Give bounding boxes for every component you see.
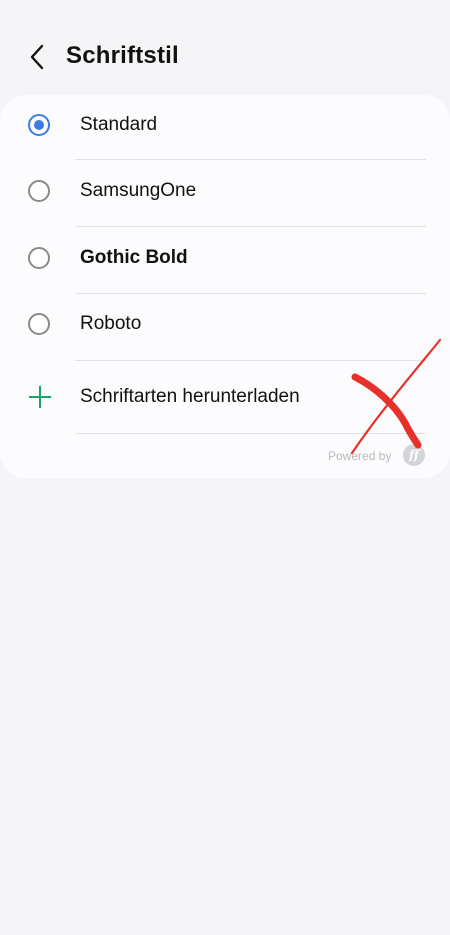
option-gothic-bold[interactable]: Gothic Bold xyxy=(0,227,450,294)
download-fonts-label: Schriftarten herunterladen xyxy=(80,386,300,407)
radio-button-samsungone[interactable] xyxy=(28,180,50,202)
option-label: Roboto xyxy=(80,313,142,334)
app-header: Schriftstil xyxy=(0,0,450,95)
powered-by-text: Powered by xyxy=(328,449,392,463)
download-fonts-button[interactable]: Schriftarten herunterladen xyxy=(0,361,450,433)
font-style-list: Standard SamsungOne Gothic Bold Roboto S… xyxy=(0,95,450,478)
page-title: Schriftstil xyxy=(66,42,179,69)
radio-button-standard[interactable] xyxy=(28,114,50,136)
plus-icon xyxy=(29,386,51,408)
radio-button-gothic-bold[interactable] xyxy=(28,247,50,269)
option-samsungone[interactable]: SamsungOne xyxy=(0,160,450,227)
divider xyxy=(75,433,426,434)
radio-button-roboto[interactable] xyxy=(28,313,50,335)
option-label: Standard xyxy=(80,114,158,135)
option-label: SamsungOne xyxy=(80,180,197,201)
ff-logo: ff xyxy=(403,444,425,466)
option-label: Gothic Bold xyxy=(80,247,188,268)
back-button[interactable] xyxy=(22,40,52,74)
option-standard[interactable]: Standard xyxy=(0,95,450,160)
option-roboto[interactable]: Roboto xyxy=(0,294,450,360)
chevron-left-icon xyxy=(30,44,44,70)
